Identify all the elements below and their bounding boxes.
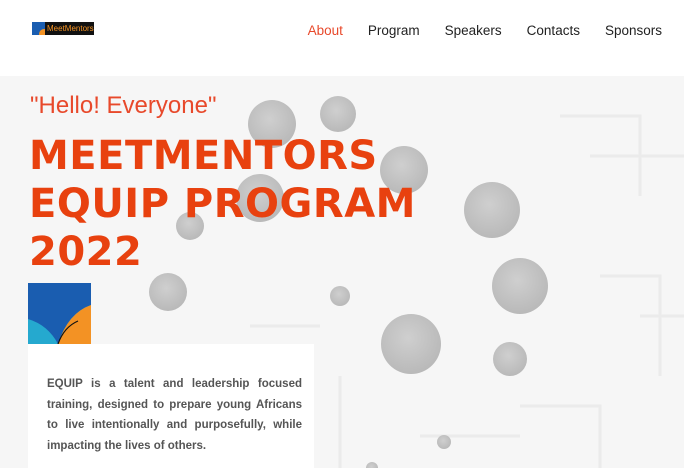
equip-logo-icon: [28, 283, 91, 344]
nav-item-sponsors[interactable]: Sponsors: [605, 22, 662, 40]
description-text: EQUIP is a talent and leadership focused…: [47, 378, 302, 452]
greeting-text: "Hello! Everyone": [30, 92, 217, 119]
site-header: MeetMentors About Program Speakers Conta…: [0, 0, 684, 76]
description-card: EQUIP is a talent and leadership focused…: [28, 344, 314, 468]
page: MeetMentors About Program Speakers Conta…: [0, 0, 684, 468]
page-title: MEETMENTORS EQUIP PROGRAM 2022: [29, 132, 416, 276]
logo-text: MeetMentors: [47, 24, 94, 33]
nav-item-about[interactable]: About: [308, 22, 343, 40]
title-line: MEETMENTORS: [29, 133, 378, 179]
site-logo[interactable]: MeetMentors: [32, 22, 94, 35]
hero-section: "Hello! Everyone" MEETMENTORS EQUIP PROG…: [0, 76, 684, 468]
main-nav: About Program Speakers Contacts Sponsors: [283, 22, 662, 40]
title-line: 2022: [29, 229, 143, 275]
title-line: EQUIP PROGRAM: [29, 181, 416, 227]
nav-item-speakers[interactable]: Speakers: [445, 22, 502, 40]
logo-mark-icon: [32, 22, 45, 35]
nav-item-program[interactable]: Program: [368, 22, 420, 40]
nav-item-contacts[interactable]: Contacts: [527, 22, 580, 40]
